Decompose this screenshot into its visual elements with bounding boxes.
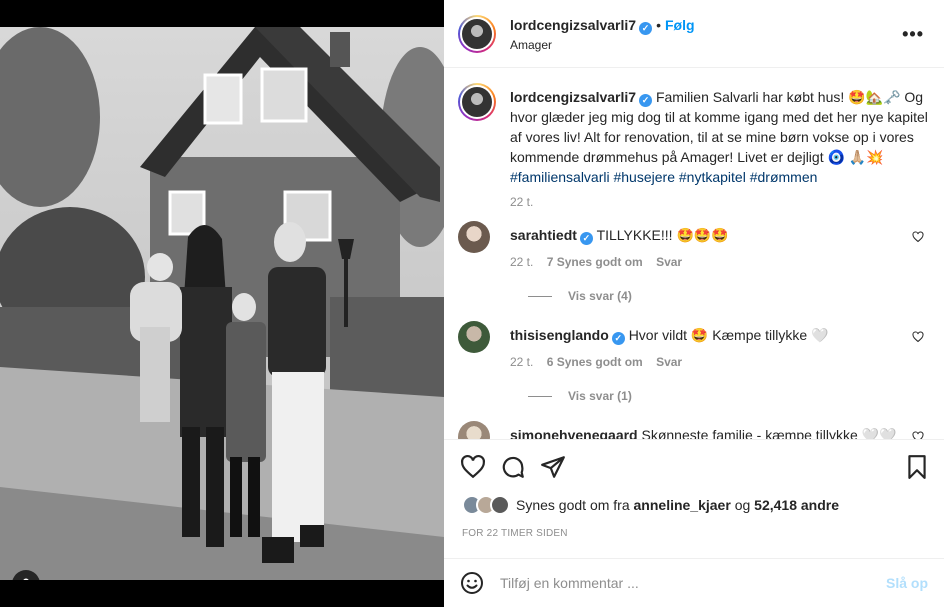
reply-button[interactable]: Svar bbox=[656, 255, 682, 269]
likes-summary[interactable]: Synes godt om fra anneline_kjaer og 52,4… bbox=[462, 495, 839, 515]
comment-input[interactable] bbox=[500, 571, 860, 595]
likes-text: Synes godt om fra anneline_kjaer og 52,4… bbox=[516, 497, 839, 513]
likes-count[interactable]: 52,418 andre bbox=[754, 497, 839, 513]
family-house-photo bbox=[0, 27, 444, 580]
first-liker[interactable]: anneline_kjaer bbox=[634, 497, 731, 513]
post-comment-button[interactable]: Slå op bbox=[886, 575, 928, 591]
comment-body: TILLYKKE!!! 🤩🤩🤩 bbox=[596, 227, 729, 243]
comment-likes[interactable]: 7 Synes godt om bbox=[547, 255, 643, 269]
hashtag[interactable]: #drømmen bbox=[750, 169, 818, 185]
verified-badge-icon: ✓ bbox=[639, 94, 653, 107]
post-location[interactable]: Amager bbox=[510, 38, 552, 52]
view-replies-button[interactable]: Vis svar (1) bbox=[528, 389, 632, 403]
more-options-icon[interactable]: ••• bbox=[902, 24, 924, 45]
comment-username[interactable]: sarahtiedt bbox=[510, 227, 577, 243]
comment-avatar[interactable] bbox=[458, 321, 490, 353]
comment-username[interactable]: simonehvenegaard bbox=[510, 427, 638, 439]
comment-heart-icon[interactable] bbox=[912, 331, 924, 343]
comment-heart-icon[interactable] bbox=[912, 231, 924, 243]
comment-meta: 22 t. 6 Synes godt om Svar bbox=[510, 355, 692, 369]
caption-timestamp[interactable]: 22 t. bbox=[510, 195, 533, 209]
comment-meta: 22 t. 7 Synes godt om Svar bbox=[510, 255, 692, 269]
view-replies-label: Vis svar (4) bbox=[568, 289, 632, 303]
view-replies-label: Vis svar (1) bbox=[568, 389, 632, 403]
comment-username[interactable]: thisisenglando bbox=[510, 327, 609, 343]
view-replies-button[interactable]: Vis svar (4) bbox=[528, 289, 632, 303]
comment-icon[interactable] bbox=[500, 454, 526, 480]
emoji-icon[interactable] bbox=[460, 571, 484, 595]
comments-list[interactable]: lordcengizsalvarli7 ✓ Familien Salvarli h… bbox=[444, 69, 944, 439]
post-details-panel: lordcengizsalvarli7 ✓ • Følg Amager ••• lor… bbox=[444, 0, 944, 607]
comment-time[interactable]: 22 t. bbox=[510, 255, 533, 269]
send-icon[interactable] bbox=[540, 454, 566, 480]
comment-avatar[interactable] bbox=[458, 221, 490, 253]
comment-text: thisisenglando ✓ Hvor vildt 🤩 Kæmpe tilly… bbox=[510, 327, 910, 345]
liker-avatar bbox=[490, 495, 510, 515]
heart-icon[interactable] bbox=[460, 454, 486, 480]
verified-badge-icon: ✓ bbox=[579, 232, 593, 245]
hashtag[interactable]: #familiensalvarli bbox=[510, 169, 610, 185]
hashtag[interactable]: #nytkapitel bbox=[679, 169, 746, 185]
follow-button[interactable]: Følg bbox=[665, 17, 695, 33]
author-username[interactable]: lordcengizsalvarli7 bbox=[510, 17, 636, 33]
hashtag[interactable]: #husejere bbox=[613, 169, 675, 185]
author-avatar[interactable] bbox=[458, 15, 496, 53]
reply-button[interactable]: Svar bbox=[656, 355, 682, 369]
comment-heart-icon[interactable] bbox=[912, 431, 924, 439]
likes-prefix: Synes godt om fra bbox=[516, 497, 630, 513]
add-comment-bar: Slå op bbox=[444, 558, 944, 607]
caption-avatar[interactable] bbox=[458, 83, 496, 121]
verified-badge-icon: ✓ bbox=[611, 332, 625, 345]
comment-body: Hvor vildt 🤩 Kæmpe tillykke 🤍 bbox=[628, 327, 829, 343]
post-actions: Synes godt om fra anneline_kjaer og 52,4… bbox=[444, 439, 944, 559]
post-header: lordcengizsalvarli7 ✓ • Følg Amager ••• bbox=[444, 0, 944, 68]
comment-text: sarahtiedt ✓ TILLYKKE!!! 🤩🤩🤩 bbox=[510, 227, 910, 245]
comment-likes[interactable]: 6 Synes godt om bbox=[547, 355, 643, 369]
comment-avatar[interactable] bbox=[458, 421, 490, 439]
verified-badge-icon: ✓ bbox=[639, 22, 653, 35]
caption-text: lordcengizsalvarli7 ✓ Familien Salvarli h… bbox=[510, 87, 930, 187]
comment-time[interactable]: 22 t. bbox=[510, 355, 533, 369]
separator-dot: • bbox=[656, 17, 661, 33]
caption-username[interactable]: lordcengizsalvarli7 bbox=[510, 89, 636, 105]
comment-text: simonehvenegaard Skønneste familie - kæm… bbox=[510, 427, 910, 439]
post-photo[interactable] bbox=[0, 27, 444, 580]
author-line: lordcengizsalvarli7 ✓ • Følg bbox=[510, 17, 695, 35]
likes-joiner: og bbox=[734, 497, 751, 513]
posted-time[interactable]: FOR 22 TIMER SIDEN bbox=[462, 528, 568, 539]
bookmark-icon[interactable] bbox=[904, 454, 930, 480]
